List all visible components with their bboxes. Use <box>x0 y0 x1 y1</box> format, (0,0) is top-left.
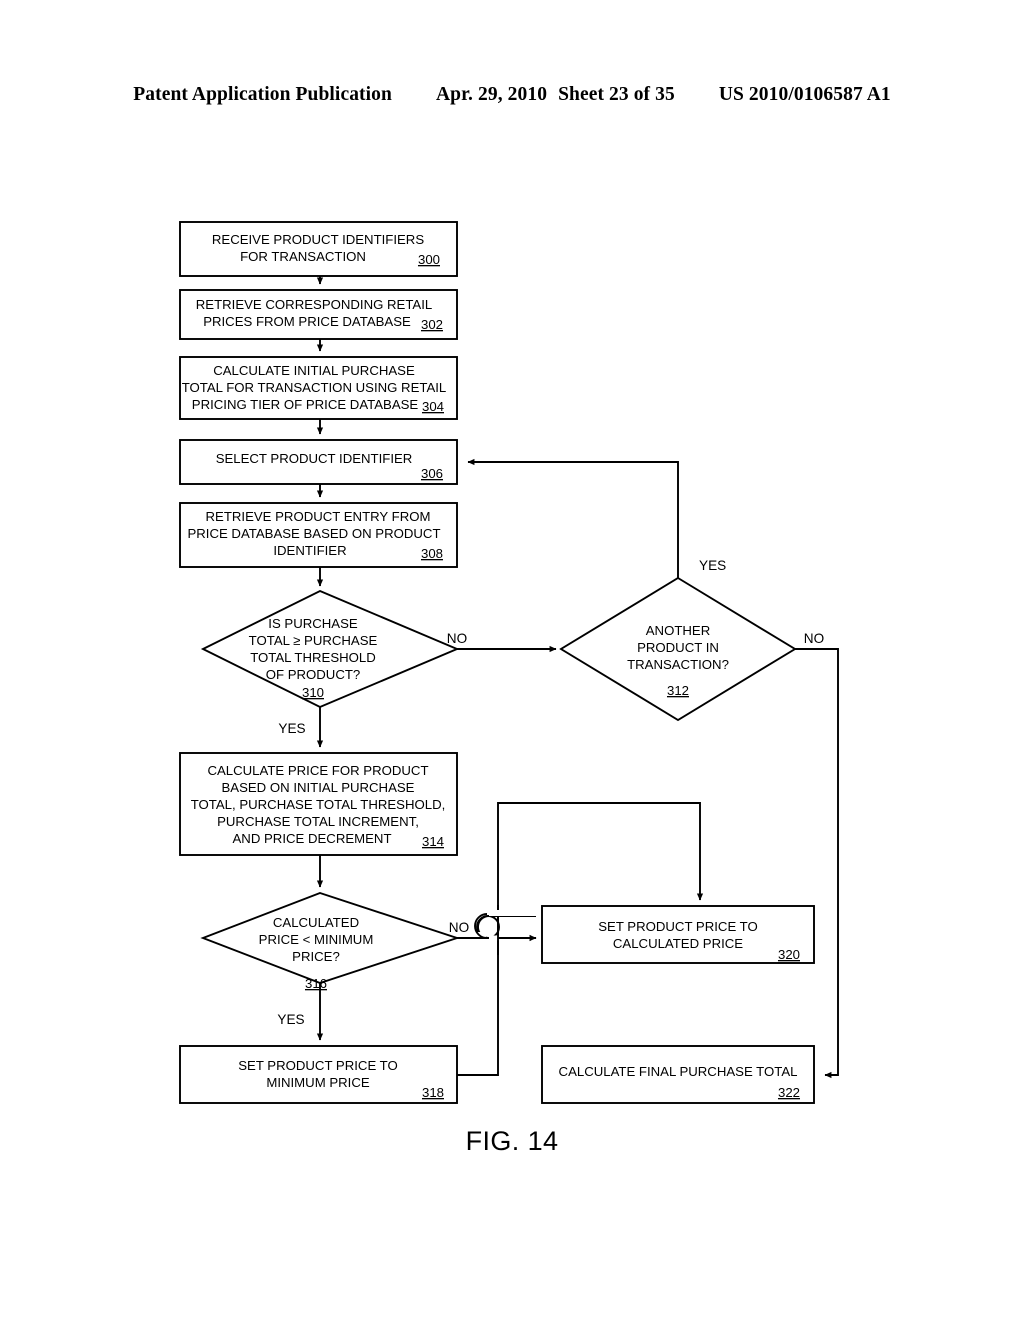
node-322: CALCULATE FINAL PURCHASE TOTAL 322 <box>559 1064 800 1100</box>
node-308-ref: 308 <box>421 546 443 561</box>
node-304: CALCULATE INITIAL PURCHASE TOTAL FOR TRA… <box>182 363 447 414</box>
node-314-ref: 314 <box>422 834 444 849</box>
node-304-line-1: TOTAL FOR TRANSACTION USING RETAIL <box>182 380 447 395</box>
edge-312-no-322 <box>795 648 839 1079</box>
flowchart-svg: RECEIVE PRODUCT IDENTIFIERS FOR TRANSACT… <box>179 221 839 1104</box>
node-310-line-3: OF PRODUCT? <box>266 667 361 682</box>
node-312-line-0: ANOTHER <box>646 623 710 638</box>
node-310: IS PURCHASE TOTAL ≥ PURCHASE TOTAL THRES… <box>249 616 378 700</box>
node-310-line-1: TOTAL ≥ PURCHASE <box>249 633 378 648</box>
node-310-ref: 310 <box>302 685 324 700</box>
node-312: ANOTHER PRODUCT IN TRANSACTION? 312 <box>627 623 729 698</box>
node-314-line-4: AND PRICE DECREMENT <box>233 831 392 846</box>
edge-label-312-no: NO <box>804 631 824 646</box>
node-302: RETRIEVE CORRESPONDING RETAIL PRICES FRO… <box>196 297 443 332</box>
node-320-line-0: SET PRODUCT PRICE TO <box>598 919 758 934</box>
node-302-line-0: RETRIEVE CORRESPONDING RETAIL <box>196 297 432 312</box>
node-302-line-1: PRICES FROM PRICE DATABASE <box>203 314 411 329</box>
node-300-line-1: FOR TRANSACTION <box>240 249 366 264</box>
edge-label-310-no: NO <box>447 631 467 646</box>
node-310-shape <box>200 589 460 709</box>
node-314-line-3: PURCHASE TOTAL INCREMENT, <box>217 814 419 829</box>
node-308: RETRIEVE PRODUCT ENTRY FROM PRICE DATABA… <box>187 509 443 561</box>
node-312-line-2: TRANSACTION? <box>627 657 729 672</box>
node-318-ref: 318 <box>422 1085 444 1100</box>
node-304-ref: 304 <box>422 399 444 414</box>
node-320-shape <box>541 905 815 964</box>
node-308-line-0: RETRIEVE PRODUCT ENTRY FROM <box>206 509 431 524</box>
node-318-line-0: SET PRODUCT PRICE TO <box>238 1058 398 1073</box>
node-314-line-1: BASED ON INITIAL PURCHASE <box>222 780 415 795</box>
node-304-line-2: PRICING TIER OF PRICE DATABASE <box>192 397 419 412</box>
node-310-line-0: IS PURCHASE <box>268 616 358 631</box>
node-320: SET PRODUCT PRICE TO CALCULATED PRICE 32… <box>598 919 800 962</box>
node-306-line-0: SELECT PRODUCT IDENTIFIER <box>216 451 413 466</box>
node-316: CALCULATED PRICE < MINIMUM PRICE? 316 <box>259 915 374 991</box>
node-314-line-0: CALCULATE PRICE FOR PRODUCT <box>207 763 428 778</box>
node-308-line-2: IDENTIFIER <box>273 543 346 558</box>
edge-label-310-yes: YES <box>278 721 305 736</box>
edge-312-yes-306 <box>467 458 679 578</box>
node-314-line-2: TOTAL, PURCHASE TOTAL THRESHOLD, <box>191 797 446 812</box>
figure-caption: FIG. 14 <box>465 1126 559 1156</box>
node-316-line-2: PRICE? <box>292 949 340 964</box>
node-322-line-0: CALCULATE FINAL PURCHASE TOTAL <box>559 1064 798 1079</box>
edge-label-316-yes: YES <box>277 1012 304 1027</box>
node-306-ref: 306 <box>421 466 443 481</box>
node-316-ref: 316 <box>305 976 327 991</box>
node-300: RECEIVE PRODUCT IDENTIFIERS FOR TRANSACT… <box>212 232 440 267</box>
node-304-line-0: CALCULATE INITIAL PURCHASE <box>213 363 415 378</box>
node-314: CALCULATE PRICE FOR PRODUCT BASED ON INI… <box>191 763 446 849</box>
node-322-ref: 322 <box>778 1085 800 1100</box>
node-318: SET PRODUCT PRICE TO MINIMUM PRICE 318 <box>238 1058 444 1100</box>
node-302-ref: 302 <box>421 317 443 332</box>
node-316-line-1: PRICE < MINIMUM <box>259 932 374 947</box>
node-312-ref: 312 <box>667 683 689 698</box>
node-320-line-1: CALCULATED PRICE <box>613 936 743 951</box>
node-308-line-1: PRICE DATABASE BASED ON PRODUCT <box>187 526 440 541</box>
edge-label-316-no: NO <box>449 920 469 935</box>
node-320-ref: 320 <box>778 947 800 962</box>
figure-flowchart: RECEIVE PRODUCT IDENTIFIERS FOR TRANSACT… <box>0 0 1024 1320</box>
node-306: SELECT PRODUCT IDENTIFIER 306 <box>216 451 443 481</box>
node-316-line-0: CALCULATED <box>273 915 359 930</box>
edge-label-312-yes: YES <box>699 558 726 573</box>
node-300-line-0: RECEIVE PRODUCT IDENTIFIERS <box>212 232 424 247</box>
node-318-line-1: MINIMUM PRICE <box>266 1075 370 1090</box>
node-300-ref: 300 <box>418 252 440 267</box>
node-310-line-2: TOTAL THRESHOLD <box>250 650 376 665</box>
node-312-line-1: PRODUCT IN <box>637 640 719 655</box>
